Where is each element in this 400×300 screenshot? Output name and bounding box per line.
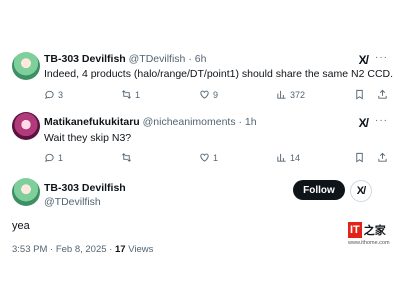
grok-icon[interactable]: X/ xyxy=(350,180,372,202)
reply-tweet[interactable]: TB-303 Devilfish @TDevilfish · 6h X/ ···… xyxy=(0,42,400,110)
author-name[interactable]: Matikanefukukitaru xyxy=(44,116,140,128)
share-icon xyxy=(378,89,387,99)
reply-button[interactable]: 3 xyxy=(44,89,63,100)
action-bar: 3 1 9 372 xyxy=(44,89,388,103)
bookmark-icon xyxy=(356,152,363,163)
more-icon[interactable]: ··· xyxy=(375,52,388,63)
views-button[interactable]: 14 xyxy=(276,152,300,163)
author-handle[interactable]: @TDevilfish xyxy=(129,53,186,65)
reply-count: 1 xyxy=(58,152,64,163)
repost-icon xyxy=(122,90,131,99)
repost-button[interactable] xyxy=(121,152,135,163)
watermark-url: www.ithome.com xyxy=(348,240,390,246)
bookmark-icon xyxy=(356,89,363,100)
watermark-logo: IT 之家 xyxy=(348,222,386,238)
tweet-text: Indeed, 4 products (halo/range/DT/point1… xyxy=(44,68,394,80)
follow-button[interactable]: Follow xyxy=(293,180,345,200)
repost-button[interactable]: 1 xyxy=(121,89,140,100)
more-icon[interactable]: ··· xyxy=(375,115,388,126)
avatar[interactable] xyxy=(12,178,40,206)
reply-count: 3 xyxy=(58,89,64,100)
share-button[interactable] xyxy=(377,152,388,163)
tweet-header: TB-303 Devilfish @TDevilfish · 6h xyxy=(44,53,206,65)
watermark-it: IT xyxy=(348,222,362,238)
watermark-zh: 之家 xyxy=(363,225,386,237)
author-handle[interactable]: @TDevilfish xyxy=(44,196,101,208)
like-button[interactable]: 1 xyxy=(199,152,218,163)
like-icon xyxy=(200,153,209,162)
views-count: 372 xyxy=(290,89,306,100)
tweet-time[interactable]: · 6h xyxy=(188,53,206,65)
views-button[interactable]: 372 xyxy=(276,89,305,100)
like-icon xyxy=(200,90,209,99)
bookmark-button[interactable] xyxy=(354,89,365,100)
tweet-text: yea xyxy=(12,220,30,232)
avatar[interactable] xyxy=(12,52,40,80)
repost-count: 1 xyxy=(135,89,141,100)
avatar[interactable] xyxy=(12,112,40,140)
author-handle[interactable]: @nicheanimoments xyxy=(143,116,236,128)
grok-icon[interactable]: X/ xyxy=(359,116,369,130)
author-name[interactable]: TB-303 Devilfish xyxy=(44,182,126,194)
action-bar: 1 1 14 xyxy=(44,152,388,166)
tweet-time[interactable]: · 1h xyxy=(239,116,257,128)
author-name[interactable]: TB-303 Devilfish xyxy=(44,53,126,65)
reply-button[interactable]: 1 xyxy=(44,152,63,163)
share-button[interactable] xyxy=(377,89,388,100)
like-button[interactable]: 9 xyxy=(199,89,218,100)
grok-icon[interactable]: X/ xyxy=(359,53,369,67)
tweet-date[interactable]: 3:53 PM · Feb 8, 2025 · xyxy=(12,244,115,255)
reply-icon xyxy=(45,90,54,99)
bookmark-button[interactable] xyxy=(354,152,365,163)
views-icon xyxy=(277,153,286,162)
views-icon xyxy=(277,90,286,99)
views-label: Views xyxy=(125,244,154,255)
tweet-header: Matikanefukukitaru @nicheanimoments · 1h xyxy=(44,116,257,128)
repost-icon xyxy=(122,153,131,162)
views-count: 14 xyxy=(290,152,301,163)
views-count: 17 xyxy=(114,244,126,255)
share-icon xyxy=(378,152,387,162)
tweet-meta: 3:53 PM · Feb 8, 2025 · 17 Views xyxy=(12,244,153,255)
reply-tweet[interactable]: Matikanefukukitaru @nicheanimoments · 1h… xyxy=(0,112,400,170)
like-count: 1 xyxy=(213,152,219,163)
tweet-text: Wait they skip N3? xyxy=(44,132,132,144)
reply-icon xyxy=(45,153,54,162)
like-count: 9 xyxy=(213,89,219,100)
